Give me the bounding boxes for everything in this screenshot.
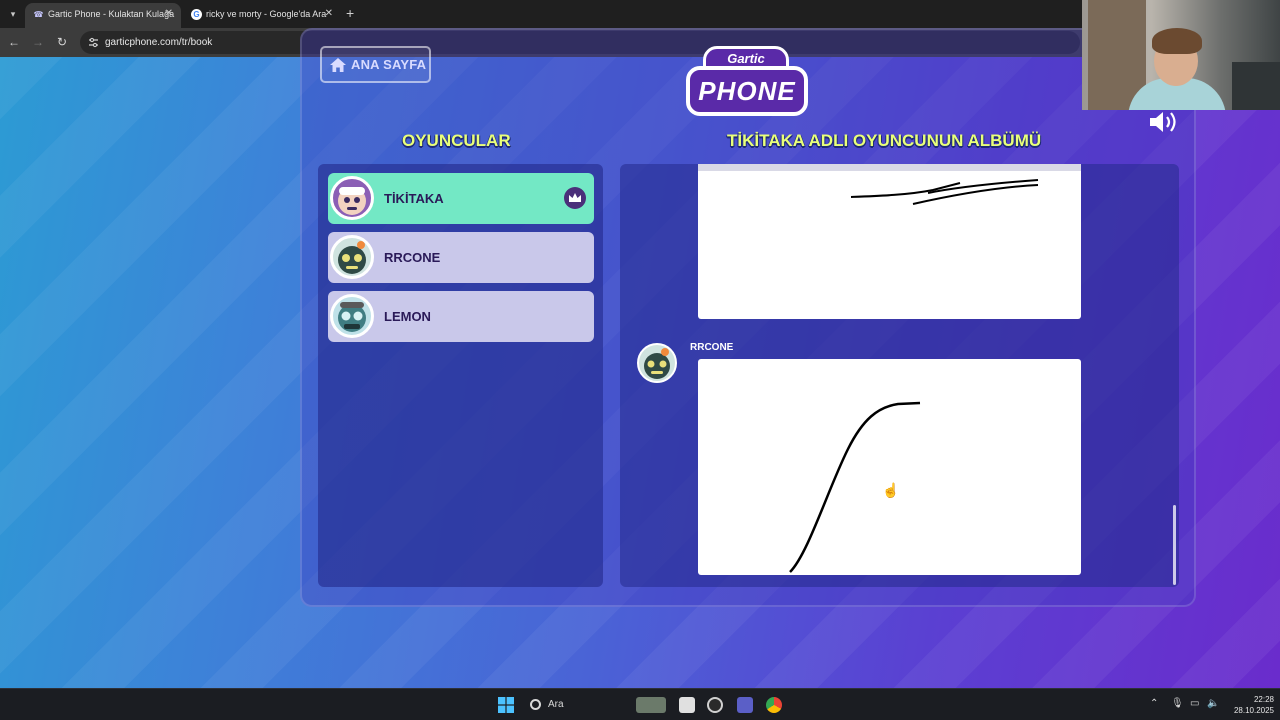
home-button-label: ANA SAYFA [351, 57, 427, 72]
player-row[interactable]: TİKİTAKA [328, 173, 594, 224]
player-avatar-icon [338, 302, 366, 332]
author-avatar-icon [644, 348, 670, 379]
home-icon [330, 58, 346, 72]
reload-icon[interactable]: ↻ [54, 34, 70, 50]
album-scrollbar[interactable] [1173, 505, 1176, 585]
windows-taskbar: Ara ⌃ 🎙 ▭ 🔈 22:28 28.10.2025 [0, 688, 1280, 720]
clock-date: 28.10.2025 [1233, 706, 1274, 715]
avatar [330, 235, 374, 279]
microphone-icon[interactable]: 🎙 [1171, 698, 1184, 709]
drawing-canvas [698, 359, 1081, 575]
drawing-strokes [850, 179, 1039, 205]
new-tab-icon[interactable]: + [346, 5, 354, 21]
player-avatar-icon [338, 187, 366, 215]
search-icon [530, 699, 541, 710]
drawing-canvas [698, 165, 1081, 319]
entry-author-name: RRCONE [690, 342, 734, 353]
network-icon[interactable]: ▭ [1190, 698, 1199, 709]
player-avatar-icon [338, 241, 366, 274]
player-row[interactable]: RRCONE [328, 232, 594, 283]
avatar [330, 294, 374, 338]
player-name: TİKİTAKA [384, 191, 444, 206]
system-clock[interactable]: 22:28 28.10.2025 [1226, 694, 1274, 716]
tab-title: Gartic Phone - Kulaktan Kulağa [48, 9, 175, 19]
back-arrow-icon[interactable]: ← [6, 34, 22, 50]
crown-icon [564, 187, 586, 209]
volume-tray-icon[interactable]: 🔈 [1207, 698, 1219, 709]
clock-time: 22:28 [1253, 695, 1274, 704]
gartic-phone-logo: Gartic PHONE [686, 46, 808, 120]
gartic-phone-favicon-icon: ☎ [33, 10, 44, 19]
webcam-person [1152, 28, 1202, 54]
home-button[interactable]: ANA SAYFA [320, 46, 431, 83]
app-icon[interactable] [707, 697, 723, 713]
canvas-top-edge [698, 164, 1081, 171]
avatar [330, 176, 374, 220]
search-highlight-icon[interactable] [636, 697, 666, 713]
webcam-background [1232, 62, 1280, 110]
player-name: LEMON [384, 309, 431, 324]
entry-author-avatar [637, 343, 677, 383]
volume-icon[interactable] [1147, 108, 1181, 136]
site-info-icon[interactable] [88, 37, 99, 48]
task-view-icon[interactable] [679, 697, 695, 713]
google-favicon-icon: G [191, 9, 202, 20]
chrome-icon[interactable] [766, 697, 782, 713]
windows-start-icon[interactable] [498, 697, 514, 713]
tab-title: ricky ve morty - Google'da Ara [206, 9, 327, 19]
close-tab-icon[interactable]: ✕ [165, 3, 173, 25]
tray-chevron-icon[interactable]: ⌃ [1150, 698, 1158, 709]
tab-search-menu-icon[interactable]: ▾ [5, 6, 21, 22]
forward-arrow-icon[interactable]: → [30, 34, 46, 50]
album-heading: TİKİTAKA ADLI OYUNCUNUN ALBÜMÜ [727, 131, 1042, 150]
close-tab-icon[interactable]: ✕ [325, 3, 333, 25]
drawing-strokes [789, 401, 921, 573]
hand-cursor-icon: ☝ [882, 482, 900, 498]
tab-google-search[interactable]: G ricky ve morty - Google'da Ara ✕ [183, 3, 341, 28]
players-heading: OYUNCULAR [402, 131, 511, 150]
url-text: garticphone.com/tr/book [105, 37, 213, 48]
teams-icon[interactable] [737, 697, 753, 713]
tab-gartic-phone[interactable]: ☎ Gartic Phone - Kulaktan Kulağa ✕ [25, 3, 181, 28]
players-panel [318, 164, 603, 587]
logo-main-text: PHONE [686, 66, 808, 116]
webcam-overlay [1082, 0, 1280, 110]
player-name: RRCONE [384, 250, 441, 265]
taskbar-search-label: Ara [548, 699, 564, 710]
player-row[interactable]: LEMON [328, 291, 594, 342]
